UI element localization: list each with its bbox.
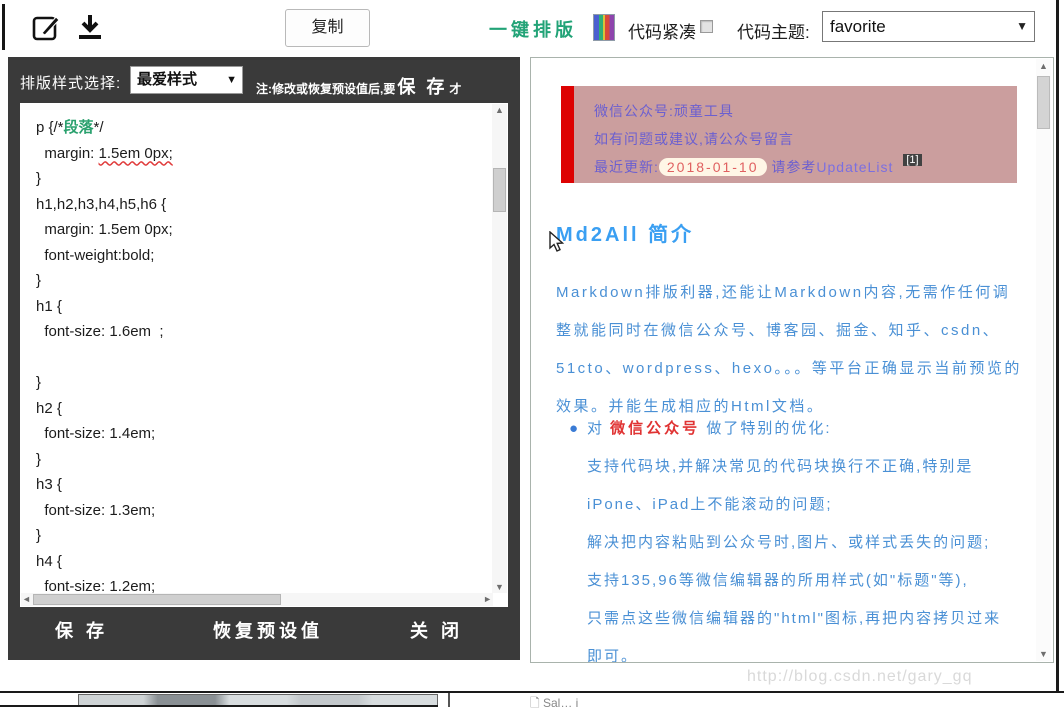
scroll-down-icon[interactable]: ▼ xyxy=(495,582,504,592)
style-editor-panel: 排版样式选择: 最爱样式 ▼ 注:修改或恢复预设值后,要保 存才 p {/*段落… xyxy=(8,57,520,660)
editor-hscroll-thumb[interactable] xyxy=(33,594,281,605)
note-save-emphasis: 保 存 xyxy=(397,77,448,97)
preview-vertical-scrollbar[interactable]: ▲ ▼ xyxy=(1036,59,1051,661)
csdn-watermark: http://blog.csdn.net/gary_gq xyxy=(747,668,973,685)
code-theme-value: favorite xyxy=(830,17,886,36)
footnote-badge: [1] xyxy=(903,154,922,166)
color-theme-icon[interactable] xyxy=(593,14,615,41)
chevron-down-icon: ▼ xyxy=(1016,19,1028,33)
save-button[interactable]: 保 存 xyxy=(55,617,108,643)
one-click-typeset-button[interactable]: 一键排版 xyxy=(489,16,577,42)
taskbar-doc-label: 🗋 Sal… i xyxy=(530,696,579,710)
close-button[interactable]: 关 闭 xyxy=(410,617,463,643)
edit-icon[interactable] xyxy=(32,13,62,48)
restore-defaults-button[interactable]: 恢复预设值 xyxy=(213,617,323,643)
style-selector-select[interactable]: 最爱样式 ▼ xyxy=(130,66,243,94)
bullet-lines: 支持代码块,并解决常见的代码块换行不正确,特别是 iPone、iPad上不能滚动的… xyxy=(587,458,1002,663)
preview-intro-paragraph: Markdown排版利器,还能让Markdown内容,无需作任何调整就能同时在微… xyxy=(556,284,1022,415)
blockquote-line2: 如有问题或建议,请公众号留言 xyxy=(594,131,794,147)
style-panel-note: 注:修改或恢复预设值后,要保 存才 xyxy=(256,77,462,97)
toolbar: 复制 一键排版 代码紧凑 代码主题: favorite ▼ xyxy=(0,0,1064,56)
update-log-link[interactable]: UpdateList xyxy=(816,159,893,175)
chevron-down-icon: ▼ xyxy=(226,74,237,86)
css-code: p {/*段落*/ margin: 1.5em 0px;} h1,h2,h3,h4… xyxy=(36,119,173,595)
code-theme-label: 代码主题: xyxy=(737,23,810,42)
code-theme-select[interactable]: favorite ▼ xyxy=(822,11,1035,42)
bullet-headline: 对 微信公众号 做了特别的优化: xyxy=(587,420,832,437)
scroll-up-icon[interactable]: ▲ xyxy=(1039,61,1048,71)
download-icon[interactable] xyxy=(76,13,104,48)
scroll-right-icon[interactable]: ► xyxy=(483,594,492,604)
window-bottom-edge xyxy=(0,691,1064,693)
style-selector-value: 最爱样式 xyxy=(137,71,198,88)
taskbar-separator xyxy=(448,693,450,707)
preview-heading: Md2All 简介 xyxy=(556,224,695,246)
code-compact-checkbox[interactable] xyxy=(700,20,713,33)
code-compact-label: 代码紧凑 xyxy=(628,23,696,42)
editor-horizontal-scrollbar[interactable]: ◄ ► xyxy=(21,593,493,606)
bullet-dot: ● xyxy=(569,420,581,437)
scroll-up-icon[interactable]: ▲ xyxy=(495,105,504,115)
editor-vscroll-thumb[interactable] xyxy=(493,168,506,212)
blockquote-line1: 微信公众号:顽童工具 xyxy=(594,103,734,119)
mouse-cursor xyxy=(548,230,565,258)
copy-button[interactable]: 复制 xyxy=(285,9,370,47)
scroll-down-icon[interactable]: ▼ xyxy=(1039,649,1048,659)
style-selector-label: 排版样式选择: xyxy=(20,75,122,92)
window-right-edge xyxy=(1056,0,1059,691)
scroll-left-icon[interactable]: ◄ xyxy=(22,594,31,604)
css-code-editor[interactable]: p {/*段落*/ margin: 1.5em 0px;} h1,h2,h3,h4… xyxy=(20,103,508,607)
preview-bullet-item: ● 对 微信公众号 做了特别的优化: 支持代码块,并解决常见的代码块换行不正确,… xyxy=(569,410,1027,663)
preview-vscroll-thumb[interactable] xyxy=(1037,76,1050,129)
window-edge-mark xyxy=(2,4,5,50)
editor-vertical-scrollbar[interactable]: ▲ ▼ xyxy=(492,104,507,593)
wechat-highlight: 微信公众号 xyxy=(610,420,701,437)
style-panel-actions: 保 存 恢复预设值 关 闭 xyxy=(8,617,520,660)
blockquote-line3: 最近更新: 2018-01-10 请参考UpdateList [1] xyxy=(594,153,1005,183)
preview-panel: 微信公众号:顽童工具 如有问题或建议,请公众号留言 最近更新: 2018-01-1… xyxy=(530,57,1054,663)
document-icon: 🗋 xyxy=(530,696,540,710)
update-date-badge: 2018-01-10 xyxy=(658,158,767,176)
preview-blockquote: 微信公众号:顽童工具 如有问题或建议,请公众号留言 最近更新: 2018-01-1… xyxy=(561,86,1017,183)
